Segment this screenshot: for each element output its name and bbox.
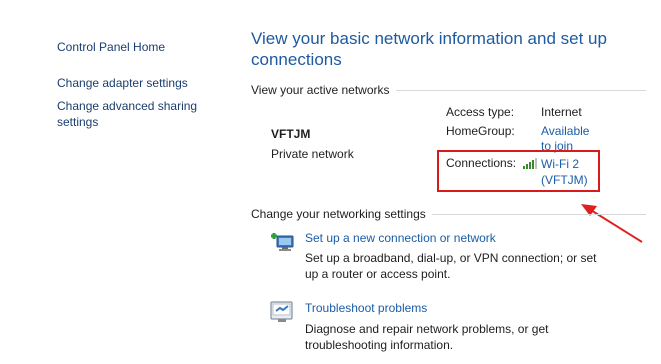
networking-settings-header: Change your networking settings — [251, 207, 646, 221]
setup-connection-description: Set up a broadband, dial-up, or VPN conn… — [305, 251, 597, 281]
section-divider — [431, 213, 646, 215]
active-networks-header: View your active networks — [251, 83, 646, 97]
troubleshoot-link[interactable]: Troubleshoot problems — [305, 301, 427, 315]
sidebar-item-control-panel-home[interactable]: Control Panel Home — [57, 39, 165, 55]
network-name: VFTJM — [271, 127, 311, 141]
access-type-value: Internet — [541, 105, 582, 119]
access-type-label: Access type: — [446, 105, 515, 119]
new-connection-icon — [270, 230, 296, 254]
section-divider — [395, 89, 646, 91]
highlight-box — [437, 150, 600, 192]
active-networks-header-label: View your active networks — [251, 83, 390, 97]
sidebar-item-change-advanced-sharing-settings[interactable]: Change advanced sharing settings — [57, 98, 207, 130]
sidebar-item-change-adapter-settings[interactable]: Change adapter settings — [57, 75, 188, 91]
network-type: Private network — [271, 147, 354, 161]
troubleshoot-icon — [270, 301, 294, 323]
page-title: View your basic network information and … — [251, 29, 607, 69]
networking-settings-header-label: Change your networking settings — [251, 207, 426, 221]
setup-connection-link[interactable]: Set up a new connection or network — [305, 231, 496, 245]
troubleshoot-description: Diagnose and repair network problems, or… — [305, 322, 549, 352]
homegroup-label: HomeGroup: — [446, 124, 515, 138]
